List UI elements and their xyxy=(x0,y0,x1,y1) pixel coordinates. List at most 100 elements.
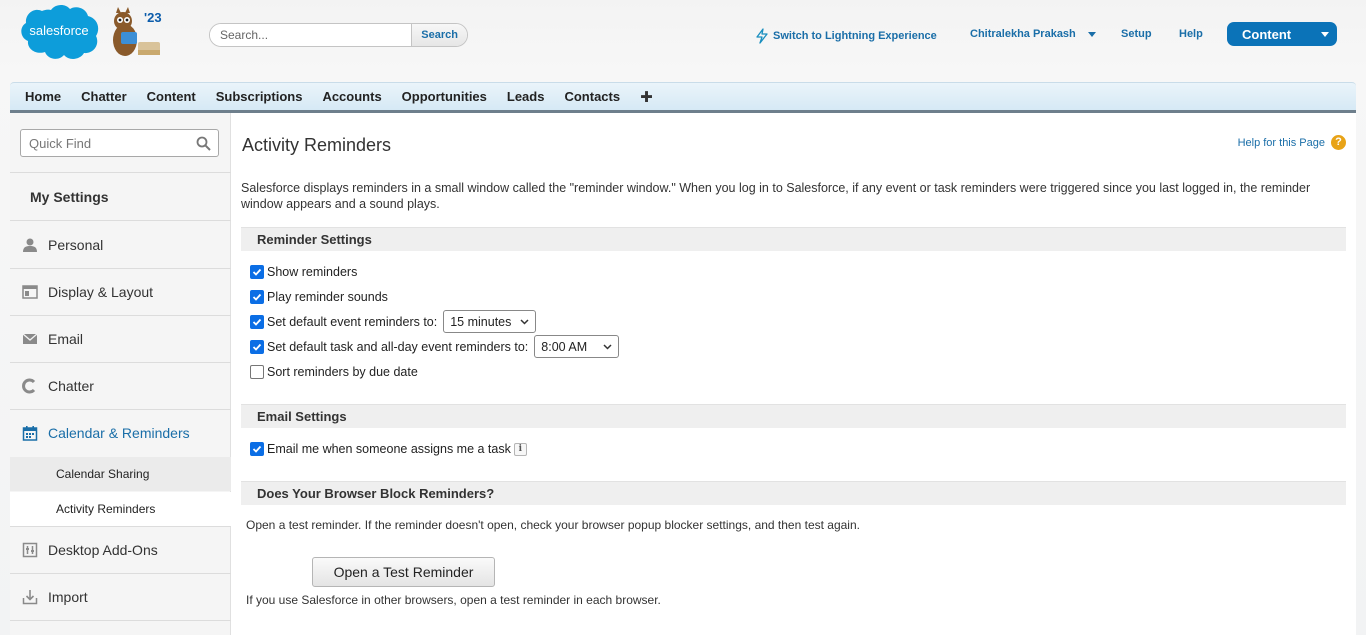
sidebar-subitem-activity-reminders[interactable]: Activity Reminders xyxy=(10,492,231,526)
app-picker[interactable]: Content xyxy=(1227,22,1337,46)
user-name: Chitralekha Prakash xyxy=(970,28,1076,40)
chevron-down-icon xyxy=(1087,31,1096,37)
import-icon xyxy=(22,590,38,605)
search-input[interactable] xyxy=(210,24,412,46)
quick-find-box xyxy=(20,129,219,157)
sidebar-item-import[interactable]: Import xyxy=(10,574,231,620)
search-icon xyxy=(196,136,211,151)
email-assign-checkbox[interactable] xyxy=(250,442,264,456)
quick-find-input[interactable] xyxy=(21,130,191,156)
layout-icon xyxy=(22,285,38,299)
checkmark-icon xyxy=(252,293,262,301)
sort-due-checkbox[interactable] xyxy=(250,365,264,379)
divider xyxy=(10,172,231,173)
chevron-down-icon xyxy=(520,319,529,325)
default-task-select[interactable]: 8:00 AM xyxy=(534,335,620,358)
default-task-value: 8:00 AM xyxy=(541,339,588,354)
my-settings-heading: My Settings xyxy=(30,189,109,205)
sidebar-item-label: Display & Layout xyxy=(48,284,154,300)
checkmark-icon xyxy=(252,318,262,326)
show-reminders-label: Show reminders xyxy=(267,265,358,279)
sidebar-item-personal[interactable]: Personal xyxy=(10,222,231,268)
chatter-icon xyxy=(22,378,36,394)
email-assign-row: Email me when someone assigns me a task … xyxy=(250,442,527,456)
sidebar-item-label: Desktop Add-Ons xyxy=(48,542,158,558)
help-link[interactable]: Help xyxy=(1179,28,1203,40)
checkmark-icon xyxy=(252,268,262,276)
show-reminders-checkbox[interactable] xyxy=(250,265,264,279)
sidebar-item-label: Personal xyxy=(48,237,104,253)
help-for-this-page-link[interactable]: Help for this Page ? xyxy=(1238,135,1346,150)
global-header: salesforce '23 Search Switch to Lightnin… xyxy=(0,0,1366,80)
default-event-select[interactable]: 15 minutes xyxy=(443,310,537,333)
default-task-row: Set default task and all-day event remin… xyxy=(250,335,620,358)
setup-sidebar: My Settings Personal Display & Layout Em… xyxy=(10,113,231,635)
intro-text: Salesforce displays reminders in a small… xyxy=(241,181,1311,211)
tab-bar: Home Chatter Content Subscriptions Accou… xyxy=(10,82,1356,113)
reminder-settings-heading: Reminder Settings xyxy=(241,227,1346,251)
info-icon[interactable]: i xyxy=(513,442,527,456)
play-sounds-label: Play reminder sounds xyxy=(267,290,388,304)
switch-to-lightning-link[interactable]: Switch to Lightning Experience xyxy=(755,28,937,44)
desktop-addons-icon xyxy=(22,542,38,558)
all-tabs-plus-icon[interactable]: ✚ xyxy=(630,88,663,106)
search-button[interactable]: Search xyxy=(411,24,467,46)
tab-home[interactable]: Home xyxy=(15,83,71,111)
svg-text:salesforce: salesforce xyxy=(29,23,88,38)
sidebar-subitem-label: Activity Reminders xyxy=(56,502,156,516)
browser-block-note: If you use Salesforce in other browsers,… xyxy=(246,593,661,607)
play-sounds-checkbox[interactable] xyxy=(250,290,264,304)
default-task-label: Set default task and all-day event remin… xyxy=(267,339,529,354)
browser-block-heading: Does Your Browser Block Reminders? xyxy=(241,481,1346,505)
email-settings-heading: Email Settings xyxy=(241,404,1346,428)
default-event-row: Set default event reminders to: 15 minut… xyxy=(250,310,537,333)
setup-link[interactable]: Setup xyxy=(1121,28,1152,40)
tab-content[interactable]: Content xyxy=(137,83,206,111)
sidebar-item-display-layout[interactable]: Display & Layout xyxy=(10,269,231,315)
sidebar-item-label: Calendar & Reminders xyxy=(48,425,190,441)
chevron-down-icon xyxy=(603,344,612,350)
sidebar-item-label: Email xyxy=(48,331,84,347)
lightning-bolt-icon xyxy=(756,28,768,44)
sidebar-item-chatter[interactable]: Chatter xyxy=(10,363,231,409)
default-event-label: Set default event reminders to: xyxy=(267,314,438,329)
tab-leads[interactable]: Leads xyxy=(497,83,555,111)
sidebar-item-desktop-addons[interactable]: Desktop Add-Ons xyxy=(10,527,231,573)
sidebar-subitem-calendar-sharing[interactable]: Calendar Sharing xyxy=(10,457,231,491)
person-icon xyxy=(23,238,37,252)
help-for-this-page-label: Help for this Page xyxy=(1237,136,1325,149)
app-picker-label: Content xyxy=(1242,26,1292,42)
svg-text:'23: '23 xyxy=(144,10,162,25)
salesforce-logo[interactable]: salesforce xyxy=(18,3,99,60)
divider xyxy=(10,220,231,221)
default-event-checkbox[interactable] xyxy=(250,314,264,329)
envelope-icon xyxy=(22,333,38,344)
sidebar-subitem-label: Calendar Sharing xyxy=(56,467,150,481)
sidebar-item-email[interactable]: Email xyxy=(10,316,231,362)
tab-chatter[interactable]: Chatter xyxy=(71,83,137,111)
default-task-checkbox[interactable] xyxy=(250,339,264,354)
sidebar-item-calendar-reminders[interactable]: Calendar & Reminders xyxy=(10,410,231,456)
switch-to-lightning-label: Switch to Lightning Experience xyxy=(773,30,937,42)
browser-block-instructions: Open a test reminder. If the reminder do… xyxy=(246,518,860,532)
sidebar-item-label: Chatter xyxy=(48,378,94,394)
sidebar-item-label: Import xyxy=(48,589,88,605)
default-event-value: 15 minutes xyxy=(450,314,512,329)
main-content: Activity Reminders Help for this Page ? … xyxy=(231,113,1356,635)
sort-due-label: Sort reminders by due date xyxy=(267,365,418,379)
help-label: Help xyxy=(1179,28,1203,40)
global-search: Search xyxy=(209,23,468,47)
help-question-icon: ? xyxy=(1331,135,1346,150)
tab-contacts[interactable]: Contacts xyxy=(554,83,630,111)
tab-subscriptions[interactable]: Subscriptions xyxy=(206,83,313,111)
page-title: Activity Reminders xyxy=(242,135,392,155)
user-menu[interactable]: Chitralekha Prakash xyxy=(970,28,1096,40)
chevron-down-icon xyxy=(1321,32,1329,37)
divider xyxy=(10,620,231,621)
open-test-reminder-button[interactable]: Open a Test Reminder xyxy=(312,557,495,587)
release-mascot-icon: '23 xyxy=(113,7,162,56)
tab-opportunities[interactable]: Opportunities xyxy=(392,83,497,111)
play-sounds-row: Play reminder sounds xyxy=(250,290,388,304)
setup-label: Setup xyxy=(1121,28,1152,40)
tab-accounts[interactable]: Accounts xyxy=(312,83,391,111)
